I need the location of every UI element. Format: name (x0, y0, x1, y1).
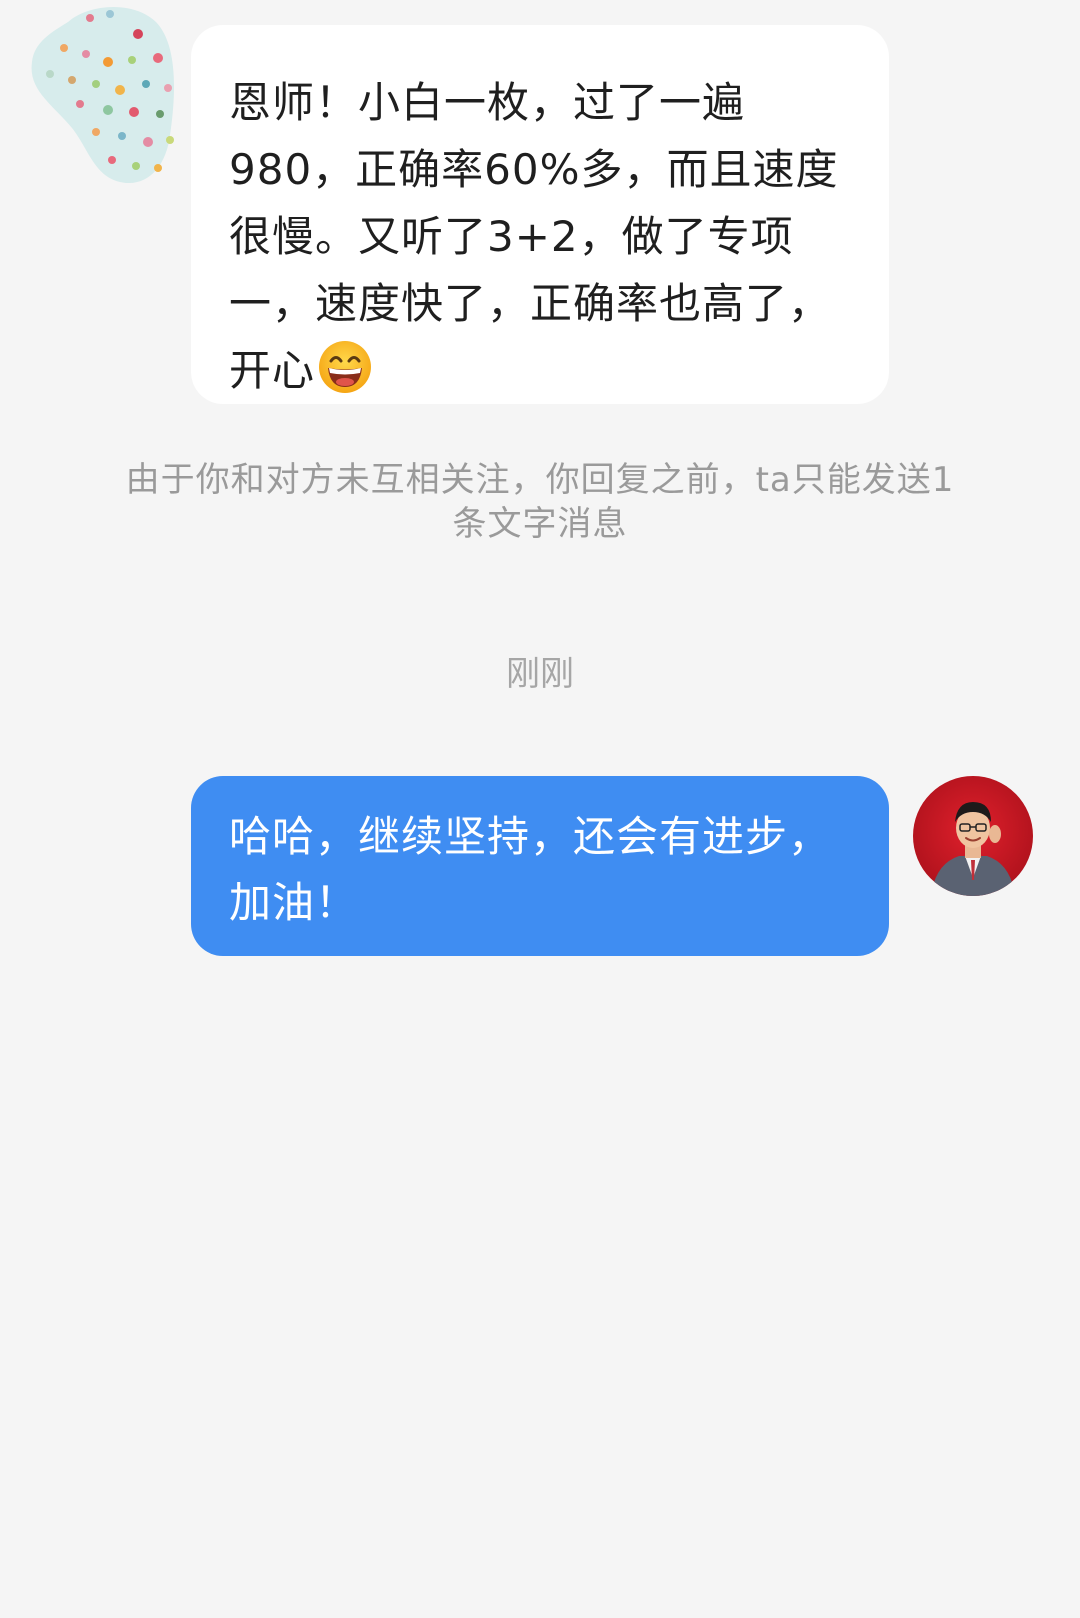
user-photo-avatar-icon (913, 776, 1033, 896)
grinning-face-icon (317, 339, 373, 395)
message-timestamp: 刚刚 (506, 654, 574, 694)
system-notice: 由于你和对方未互相关注，你回复之前，ta只能发送1条文字消息 (125, 460, 955, 544)
incoming-message-bubble[interactable]: 恩师！小白一枚，过了一遍980，正确率60%多，而且速度很慢。又听了3+2，做了… (191, 25, 889, 404)
my-avatar[interactable] (913, 776, 1033, 896)
sender-avatar[interactable] (28, 0, 178, 188)
outgoing-message-bubble[interactable]: 哈哈，继续坚持，还会有进步，加油！ (191, 776, 889, 956)
incoming-message-text: 恩师！小白一枚，过了一遍980，正确率60%多，而且速度很慢。又听了3+2，做了… (229, 78, 839, 395)
outgoing-message-text: 哈哈，继续坚持，还会有进步，加油！ (229, 812, 832, 927)
polka-dot-avatar-icon (31, 6, 175, 184)
